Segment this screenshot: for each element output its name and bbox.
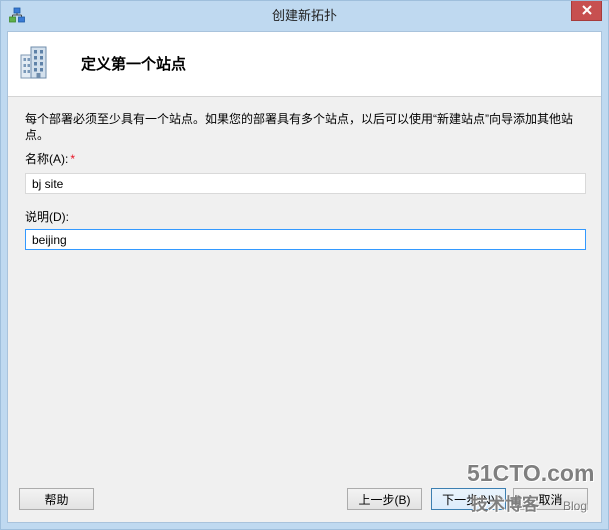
back-button[interactable]: 上一步(B): [347, 488, 422, 510]
title-bar[interactable]: 创建新拓扑: [1, 1, 608, 31]
window-title: 创建新拓扑: [271, 8, 337, 23]
site-description-input[interactable]: [25, 229, 586, 250]
next-button[interactable]: 下一步(N): [431, 488, 506, 510]
help-button[interactable]: 帮助: [19, 488, 94, 510]
name-label-text: 名称(A):: [25, 152, 69, 166]
close-button[interactable]: [571, 1, 602, 21]
page-title: 定义第一个站点: [81, 56, 187, 73]
close-icon: [581, 4, 593, 18]
topology-icon: [9, 7, 25, 23]
required-marker: *: [70, 152, 76, 166]
cancel-button[interactable]: 取消: [513, 488, 588, 510]
description-label: 说明(D):: [25, 210, 69, 224]
instruction-text: 每个部署必须至少具有一个站点。如果您的部署具有多个站点，以后可以使用“新建站点”…: [25, 112, 573, 142]
dialog-window: 创建新拓扑 定义第一个站点 每个部署必须至少具有一个站点。如果您的部署具有多个站…: [0, 0, 609, 530]
building-icon: [19, 45, 49, 79]
site-name-input[interactable]: [25, 173, 586, 194]
wizard-header: 定义第一个站点: [8, 32, 601, 97]
name-label: 名称(A): *: [25, 151, 75, 167]
dialog-client-area: 定义第一个站点 每个部署必须至少具有一个站点。如果您的部署具有多个站点，以后可以…: [7, 31, 602, 523]
